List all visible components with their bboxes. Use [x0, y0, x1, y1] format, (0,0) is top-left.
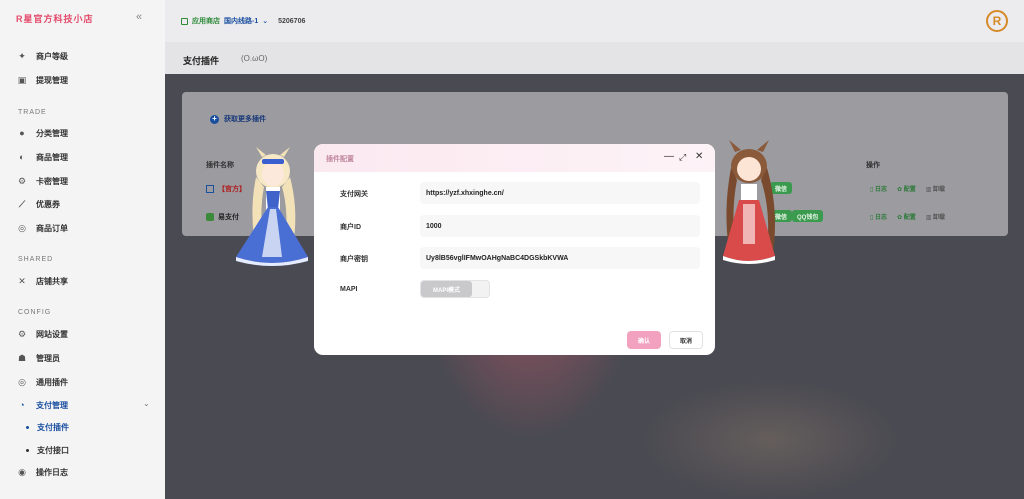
route-select[interactable]: 国内线路-1 [224, 16, 258, 26]
store-icon [181, 17, 188, 25]
section-shared: SHARED [18, 256, 54, 263]
sidebar-item-label: 卡密管理 [36, 176, 68, 186]
sidebar-item-withdraw[interactable]: ▣ 提现管理 [16, 74, 68, 86]
merchant-key-input[interactable]: Uy8lB56vglIFMwOAHgNaBC4DGSkbKVWA [420, 247, 700, 269]
background-glow-lower [640, 380, 900, 499]
sidebar-item-label: 分类管理 [36, 128, 68, 138]
goods-icon: ◐ [19, 152, 25, 162]
leaf-icon [206, 213, 214, 221]
topbar: 应用商店 国内线路-1 ⌄ 5206706 R [165, 0, 1024, 42]
sidebar-item-label: 提现管理 [36, 75, 68, 85]
page-header: 支付插件 (O.ωO) [165, 42, 1024, 74]
avatar[interactable]: R [986, 10, 1008, 32]
mapi-label: MAPI [340, 286, 358, 293]
admin-icon: ☗ [17, 352, 27, 363]
store-selector[interactable]: 应用商店 国内线路-1 ⌄ 5206706 [181, 16, 305, 26]
sidebar-item-label: 店铺共享 [36, 276, 68, 286]
sidebar-item-label: 通用插件 [36, 377, 68, 387]
close-icon[interactable]: ✕ [695, 151, 703, 162]
rank-icon: ✦ [18, 50, 26, 61]
sidebar: R星官方科技小店 « ✦ 商户等级 ▣ 提现管理 TRADE ● 分类管理 ◐ … [0, 0, 165, 499]
sidebar-item-goods[interactable]: ◐ 商品管理 [16, 151, 68, 163]
get-more-plugins-button[interactable]: + 获取更多插件 [210, 114, 266, 124]
page-subtitle: (O.ωO) [241, 54, 268, 63]
settings-icon: ⚙ [17, 328, 27, 339]
sidebar-item-label: 商品管理 [36, 152, 68, 162]
log-icon: ◉ [18, 466, 26, 477]
merchant-id-input[interactable]: 1000 [420, 215, 700, 237]
maximize-icon[interactable]: ⤢ [679, 152, 686, 163]
sidebar-item-merchant-level[interactable]: ✦ 商户等级 [16, 50, 68, 62]
cancel-button[interactable]: 取消 [669, 331, 703, 349]
gateway-label: 支付网关 [340, 191, 368, 198]
chevron-down-icon: ⌄ [262, 18, 269, 25]
dot-icon [26, 426, 29, 429]
store-code: 5206706 [278, 17, 306, 25]
sidebar-item-payment-plugin[interactable]: 支付插件 [26, 422, 69, 433]
category-icon: ● [19, 128, 25, 138]
card-icon: ⚙ [17, 175, 27, 186]
store-label: 应用商店 [192, 18, 220, 25]
sidebar-item-plugins[interactable]: ◎ 通用插件 [16, 376, 68, 388]
plus-icon: + [210, 114, 219, 124]
sidebar-item-label: 支付管理 [36, 400, 68, 410]
log-button[interactable]: ▯ 日志 [870, 184, 887, 193]
sidebar-item-logs[interactable]: ◉ 操作日志 [16, 466, 68, 478]
plugin-config-modal: 插件配置 — ⤢ ✕ 支付网关 https://yzf.xhxinghe.cn/… [314, 144, 715, 355]
mapi-toggle[interactable]: MAPI模式 [420, 280, 490, 298]
sidebar-item-label: 商品订单 [36, 223, 68, 233]
section-config: CONFIG [18, 309, 52, 316]
config-button[interactable]: ✿ 配置 [897, 184, 916, 193]
plugin-icon: ◎ [18, 376, 26, 387]
sidebar-item-label: 支付插件 [37, 423, 69, 432]
uninstall-button[interactable]: ▥ 卸载 [926, 184, 945, 193]
sidebar-item-payment-api[interactable]: 支付接口 [26, 445, 69, 456]
qr-icon [206, 185, 214, 193]
share-icon: ✕ [18, 275, 26, 286]
modal-header: 插件配置 — ⤢ ✕ [314, 144, 715, 172]
brand-title: R星官方科技小店 [16, 14, 94, 24]
merchant-id-label: 商户ID [340, 224, 361, 231]
payment-icon: ◔ [19, 400, 25, 410]
anime-girl-right-illustration [723, 140, 775, 264]
sidebar-item-label: 支付接口 [37, 446, 69, 455]
sidebar-item-admin[interactable]: ☗ 管理员 [16, 352, 60, 364]
column-header-ops: 操作 [866, 162, 880, 169]
status-badge: QQ钱包 [792, 210, 824, 222]
section-trade: TRADE [18, 109, 47, 116]
confirm-button[interactable]: 确认 [627, 331, 661, 349]
page-title: 支付插件 [183, 56, 220, 66]
anime-girl-left-illustration [236, 147, 308, 266]
log-button[interactable]: ▯ 日志 [870, 212, 887, 221]
config-button[interactable]: ✿ 配置 [897, 212, 916, 221]
sidebar-item-site-settings[interactable]: ⚙ 网站设置 [16, 328, 68, 340]
get-more-label: 获取更多插件 [224, 116, 266, 123]
sidebar-item-share[interactable]: ✕ 店铺共享 [16, 275, 68, 287]
column-header-name: 插件名称 [206, 162, 234, 169]
merchant-key-label: 商户密钥 [340, 256, 368, 263]
row-ops: ▯ 日志 ✿ 配置 ▥ 卸载 [870, 212, 945, 221]
sidebar-item-label: 网站设置 [36, 329, 68, 339]
sidebar-item-orders[interactable]: ◎ 商品订单 [16, 222, 68, 234]
sidebar-item-label: 操作日志 [36, 467, 68, 477]
gateway-input[interactable]: https://yzf.xhxinghe.cn/ [420, 182, 700, 204]
collapse-sidebar-icon[interactable]: « [136, 11, 142, 23]
chevron-down-icon[interactable]: ⌄ [143, 399, 150, 408]
order-icon: ◎ [18, 222, 26, 233]
sidebar-item-label: 商户等级 [36, 51, 68, 61]
sidebar-item-cards[interactable]: ⚙ 卡密管理 [16, 175, 68, 187]
sidebar-item-label: 优惠券 [36, 199, 60, 209]
uninstall-button[interactable]: ▥ 卸载 [926, 212, 945, 221]
sidebar-item-category[interactable]: ● 分类管理 [16, 127, 68, 139]
sidebar-item-label: 管理员 [36, 353, 60, 363]
mapi-toggle-label: MAPI模式 [421, 281, 472, 297]
minimize-icon[interactable]: — [664, 151, 674, 162]
modal-title: 插件配置 [326, 156, 354, 163]
row-ops: ▯ 日志 ✿ 配置 ▥ 卸载 [870, 184, 945, 193]
wallet-icon: ▣ [17, 74, 27, 85]
sidebar-item-payment[interactable]: ◔ 支付管理 [16, 399, 68, 411]
dot-icon [26, 449, 29, 452]
sidebar-item-coupon[interactable]: ⟋ 优惠券 [16, 198, 60, 210]
coupon-icon: ⟋ [18, 198, 26, 209]
